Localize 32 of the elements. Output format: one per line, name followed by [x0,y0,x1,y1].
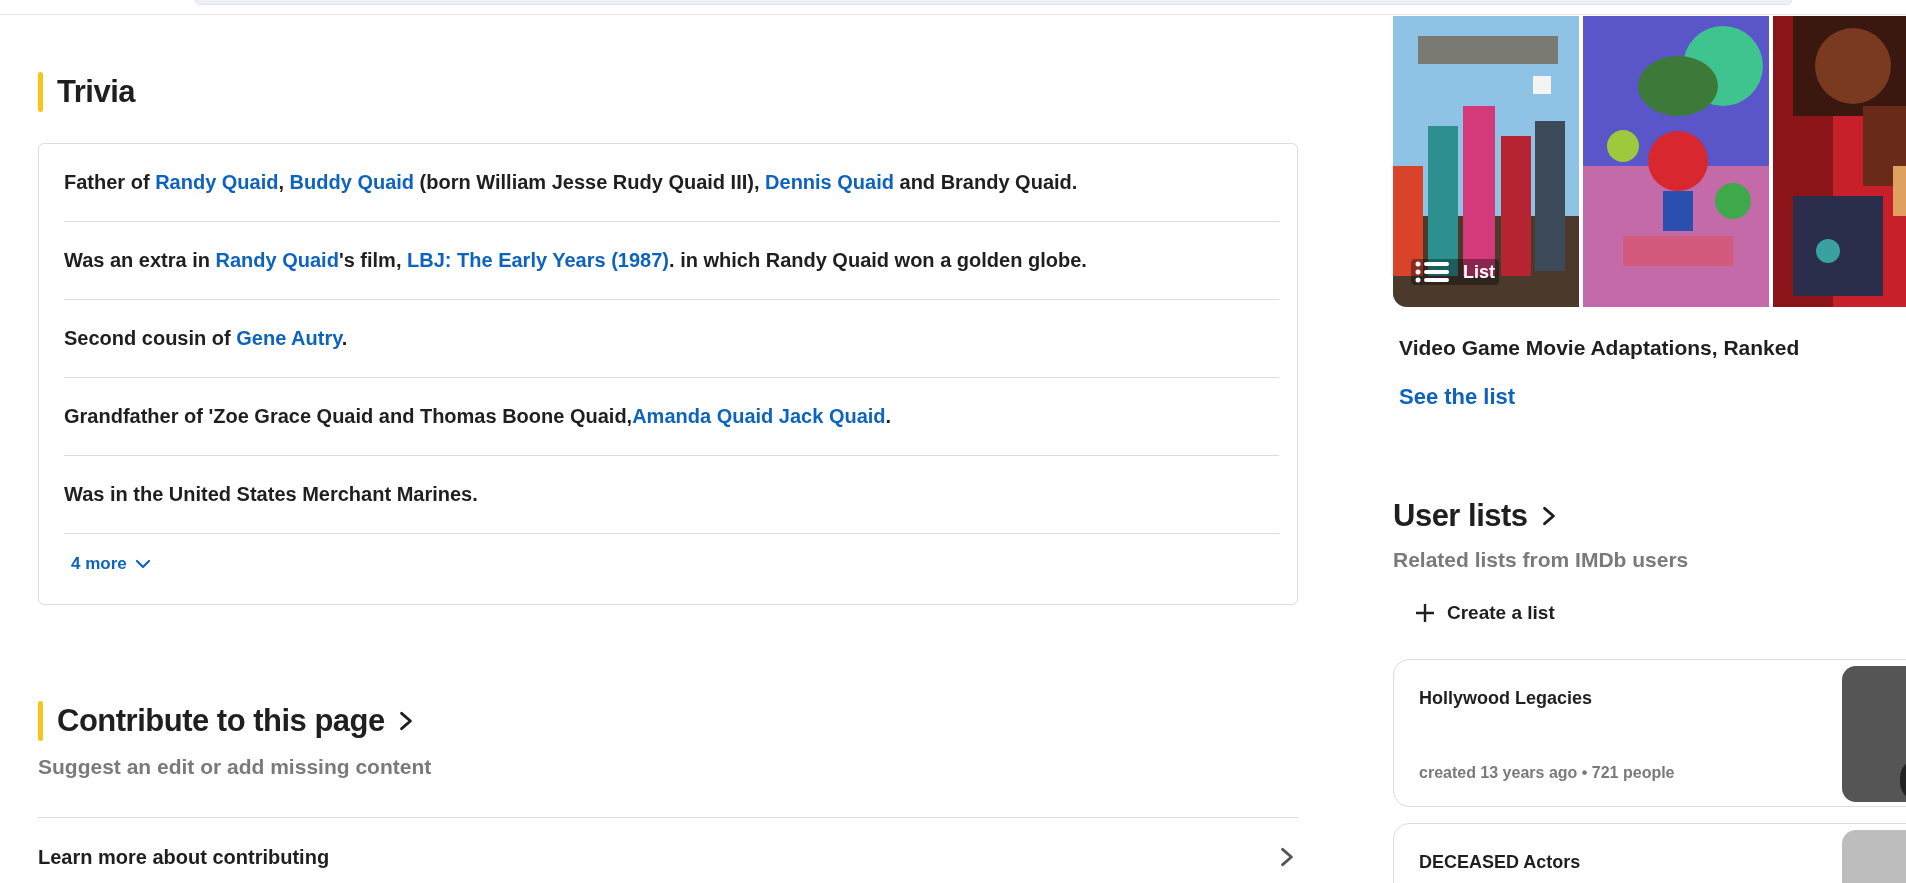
section-heading[interactable]: Contribute to this page [57,703,417,739]
contribute-link[interactable]: Learn more about contributing [38,817,1298,883]
trivia-link[interactable]: Gene Autry [236,327,342,349]
trivia-link[interactable]: Randy Quaid [215,249,339,271]
section-heading[interactable]: User lists [1393,498,1560,534]
trivia-link[interactable]: Dennis Quaid [765,171,894,193]
trivia-item: Second cousin of Gene Autry. [64,327,348,350]
list-icon [1415,261,1449,283]
section-subtitle: Suggest an edit or add missing content [38,755,433,779]
section-accent [38,701,43,741]
trivia-link[interactable]: Amanda Quaid Jack Quaid [632,405,886,427]
trivia-item: Grandfather of 'Zoe Grace Quaid and Thomas Boone Quaid,Amanda Quaid Jack Quaid. [64,405,892,428]
trivia-link[interactable]: Randy Quaid [155,171,279,193]
section-accent [38,72,43,112]
list-badge-label: List [1463,261,1495,283]
create-list-button[interactable]: Create a list [1415,602,1555,624]
trivia-link[interactable]: Buddy Quaid [289,171,415,193]
user-list-card[interactable]: Hollywood Legacies created 13 years ago • 721 people [1393,659,1906,807]
trivia-item: Was an extra in Randy Quaid's film, LBJ: The Early Years (1987). in which Randy Quaid won a golden globe. [64,249,1087,272]
trivia-item: Father of Randy Quaid, Buddy Quaid (born William Jesse Rudy Quaid III), Dennis Quaid and Brandy Quaid. [64,171,1078,194]
user-list-card[interactable]: DECEASED Actors [1393,823,1906,883]
section-subtitle: Related lists from IMDb users [1393,548,1690,572]
trivia-item: Was in the United States Merchant Marines. [64,483,478,506]
list-title: Video Game Movie Adaptations, Ranked [1399,336,1801,360]
section-heading: Trivia [57,74,135,110]
user-list-meta: created 13 years ago • 721 people [1419,764,1676,782]
plus-icon [1415,603,1435,623]
user-list-title: Hollywood Legacies [1419,688,1594,709]
more-button[interactable]: 4 more [64,534,159,604]
user-list-title: DECEASED Actors [1419,852,1582,873]
see-list-link[interactable]: See the list [1399,384,1516,410]
trivia-link[interactable]: LBJ: The Early Years (1987) [407,249,669,271]
